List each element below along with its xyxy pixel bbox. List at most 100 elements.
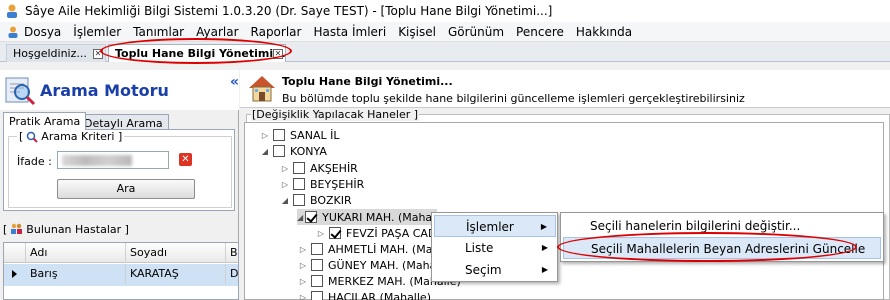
close-icon[interactable]: ✕ bbox=[273, 49, 283, 59]
checkbox[interactable] bbox=[293, 162, 305, 174]
menu-raporlar[interactable]: Raporlar bbox=[245, 25, 308, 39]
expand-icon[interactable]: ▷ bbox=[297, 245, 309, 254]
ara-button[interactable]: Ara bbox=[57, 179, 195, 199]
tab-label: Hoşgeldiniz... bbox=[13, 47, 87, 60]
cell-b: D bbox=[230, 267, 239, 280]
tab-label: Toplu Hane Bilgi Yönetimi... bbox=[115, 47, 286, 60]
pratik-arama-body: [ Arama Kriteri ] İfade : ✕ Ara bbox=[3, 129, 235, 211]
submenu-arrow-icon: ▶ bbox=[540, 222, 547, 231]
cell-soyadi: KARATAŞ bbox=[126, 264, 226, 284]
header-indicator bbox=[4, 243, 26, 263]
tab-detayli-arama[interactable]: Detaylı Arama bbox=[78, 114, 169, 130]
tab-toplu-hane[interactable]: Toplu Hane Bilgi Yönetimi... ✕ bbox=[108, 44, 286, 62]
menu-dosya[interactable]: Dosya bbox=[0, 25, 67, 39]
group-label: [ Arama Kriteri ] bbox=[17, 130, 125, 143]
tree-node[interactable]: ▷ SANAL İL bbox=[259, 127, 340, 143]
search-icon bbox=[27, 131, 39, 143]
expand-icon[interactable]: ▷ bbox=[259, 131, 271, 140]
app-icon bbox=[7, 4, 17, 18]
tree-node[interactable]: ▷ BEYŞEHİR bbox=[279, 176, 364, 192]
search-engine-icon bbox=[5, 77, 36, 106]
menu-pencere[interactable]: Pencere bbox=[510, 25, 570, 39]
tree-node[interactable]: ◢ KONYA bbox=[259, 143, 327, 159]
expand-icon[interactable]: ▷ bbox=[279, 164, 291, 173]
document-tab-strip: Hoşgeldiniz... ✕ Toplu Hane Bilgi Yöneti… bbox=[0, 42, 890, 62]
checkbox[interactable] bbox=[273, 129, 285, 141]
arama-kriteri-group: [ Arama Kriteri ] İfade : ✕ Ara bbox=[8, 130, 232, 208]
tree-node[interactable]: ◢ BOZKIR bbox=[279, 192, 352, 208]
ifade-label: İfade : bbox=[17, 155, 52, 168]
window-title: Sâye Aile Hekimliği Bilgi Sistemi 1.0.3.… bbox=[25, 4, 553, 18]
ifade-input[interactable] bbox=[57, 151, 169, 169]
checkbox[interactable] bbox=[311, 275, 323, 287]
menu-item-secim[interactable]: Seçim ▶ bbox=[434, 259, 556, 281]
context-menu: İşlemler ▶ Liste ▶ Seçim ▶ bbox=[431, 212, 558, 282]
grid-header: Adı Soyadı B bbox=[4, 243, 238, 263]
checkbox[interactable] bbox=[273, 145, 285, 157]
checkbox[interactable] bbox=[293, 178, 305, 190]
menu-gorunum[interactable]: Görünüm bbox=[442, 25, 510, 39]
checkbox[interactable] bbox=[311, 291, 323, 300]
tab-pratik-arama[interactable]: Pratik Arama bbox=[3, 112, 87, 130]
islemler-submenu: Seçili hanelerin bilgilerini değiştir...… bbox=[560, 212, 884, 262]
checkbox-checked[interactable] bbox=[305, 211, 318, 223]
user-icon bbox=[8, 26, 18, 38]
bulunan-hastalar: [ Bulunan Hastalar ] Adı Soyadı B Barış … bbox=[3, 222, 239, 300]
expand-icon[interactable]: ▷ bbox=[297, 261, 309, 270]
table-row[interactable]: Barış KARATAŞ D bbox=[4, 264, 238, 286]
cell-adi: Barış bbox=[26, 264, 126, 284]
collapse-icon[interactable]: ◢ bbox=[279, 196, 291, 205]
submenu-arrow-icon: ▶ bbox=[541, 243, 548, 252]
row-indicator-icon bbox=[4, 264, 26, 284]
group-label: [ Bulunan Hastalar ] bbox=[3, 222, 129, 236]
patients-grid: Adı Soyadı B Barış KARATAŞ D bbox=[3, 242, 239, 300]
menu-hakkinda[interactable]: Hakkında bbox=[570, 25, 638, 39]
checkbox[interactable] bbox=[293, 194, 305, 206]
panel-subtitle: Bu bölümde toplu şekilde hane bilgilerin… bbox=[282, 92, 745, 105]
patients-icon bbox=[11, 223, 23, 234]
tree-node[interactable]: ▷ AKŞEHİR bbox=[279, 160, 358, 176]
menu-hasta-imleri[interactable]: Hasta İmleri bbox=[307, 25, 392, 39]
menu-item-beyan-adres-guncelle[interactable]: Seçili Mahallelerin Beyan Adreslerini Gü… bbox=[563, 237, 881, 259]
clear-icon[interactable]: ✕ bbox=[179, 153, 192, 166]
tree-node-selected[interactable]: ◢ YUKARI MAH. (Mahalle) bbox=[297, 209, 449, 225]
collapse-icon[interactable]: ◢ bbox=[297, 213, 303, 222]
group-label: [Değişiklik Yapılacak Haneler ] bbox=[251, 108, 420, 121]
panel-title: Toplu Hane Bilgi Yönetimi... bbox=[282, 75, 453, 88]
tab-hosgeldiniz[interactable]: Hoşgeldiniz... ✕ bbox=[6, 44, 106, 62]
menu-item-islemler[interactable]: İşlemler ▶ bbox=[434, 215, 556, 237]
menu-kisisel[interactable]: Kişisel bbox=[392, 25, 442, 39]
column-header-b[interactable]: B bbox=[226, 243, 240, 263]
menu-tanimlar[interactable]: Tanımlar bbox=[127, 25, 190, 39]
collapse-icon[interactable]: ◢ bbox=[259, 147, 271, 156]
checkbox[interactable] bbox=[311, 259, 323, 271]
menu-islemler[interactable]: İşlemler bbox=[67, 25, 127, 39]
checkbox[interactable] bbox=[311, 243, 323, 255]
blurred-value bbox=[62, 155, 132, 166]
search-panel-title: Arama Motoru bbox=[40, 81, 169, 100]
expand-icon[interactable]: ▷ bbox=[315, 229, 327, 238]
menu-ayarlar[interactable]: Ayarlar bbox=[190, 25, 244, 39]
expand-icon[interactable]: ▷ bbox=[297, 277, 309, 286]
menu-item-haneleri-degistir[interactable]: Seçili hanelerin bilgilerini değiştir... bbox=[563, 215, 881, 237]
toplu-hane-header: Toplu Hane Bilgi Yönetimi... Bu bölümde … bbox=[240, 70, 890, 108]
title-bar: Sâye Aile Hekimliği Bilgi Sistemi 1.0.3.… bbox=[0, 0, 890, 22]
menu-bar: Dosya İşlemler Tanımlar Ayarlar Raporlar… bbox=[0, 22, 890, 42]
column-header-adi[interactable]: Adı bbox=[26, 243, 126, 263]
checkbox-checked[interactable] bbox=[329, 227, 341, 239]
tree-node[interactable]: ▷ HACILAR (Mahalle) bbox=[297, 289, 431, 300]
submenu-arrow-icon: ▶ bbox=[541, 265, 548, 274]
expand-icon[interactable]: ▷ bbox=[279, 180, 291, 189]
expand-icon[interactable]: ▷ bbox=[297, 293, 309, 300]
menu-item-liste[interactable]: Liste ▶ bbox=[434, 237, 556, 259]
house-icon bbox=[249, 76, 275, 102]
haneler-tree[interactable]: ▷ SANAL İL ◢ KONYA ▷ AKŞEHİR ▷ BEYŞEHİR ◢ BOZ… bbox=[244, 122, 884, 300]
tree-node[interactable]: ▷ GÜNEY MAH. (Mahalle) bbox=[297, 257, 454, 273]
tree-node[interactable]: ▷ FEVZİ PAŞA CAD. bbox=[315, 225, 440, 241]
column-header-soyadi[interactable]: Soyadı bbox=[126, 243, 226, 263]
search-panel: Arama Motoru « Pratik Arama Detaylı Aram… bbox=[0, 70, 239, 300]
toplu-hane-panel: Toplu Hane Bilgi Yönetimi... Bu bölümde … bbox=[240, 70, 890, 300]
close-icon[interactable]: ✕ bbox=[93, 49, 103, 59]
collapse-icon[interactable]: « bbox=[230, 74, 239, 90]
search-panel-header: Arama Motoru « bbox=[0, 70, 239, 110]
